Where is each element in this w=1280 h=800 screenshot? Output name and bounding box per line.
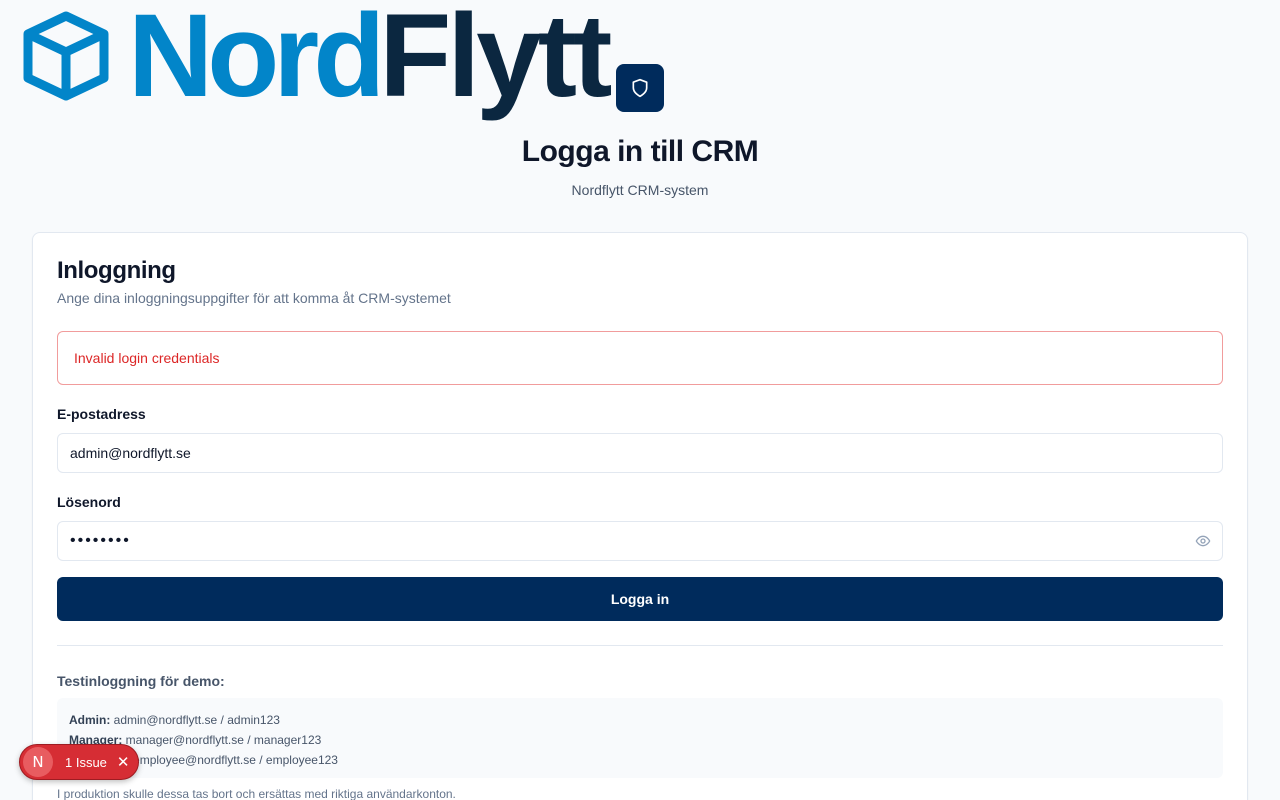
demo-account-admin: Admin: admin@nordflytt.se / admin123 (69, 710, 1211, 730)
page-title: Logga in till CRM (521, 135, 759, 168)
logo-text-nord: Nord (128, 0, 385, 122)
demo-account-employee: Employee: employee@nordflytt.se / employ… (69, 750, 1211, 770)
demo-account-manager: Manager: manager@nordflytt.se / manager1… (69, 730, 1211, 750)
card-title: Inloggning (57, 257, 176, 284)
show-password-toggle[interactable] (1191, 532, 1215, 550)
demo-heading: Testinloggning för demo: (57, 673, 225, 689)
login-page: Nord Flytt Logga in till CRM Nordflytt C… (0, 0, 1280, 800)
demo-note: I produktion skulle dessa tas bort och e… (57, 787, 456, 800)
shield-icon (632, 78, 648, 98)
divider (57, 645, 1223, 646)
logo-text-flytt: Flytt (379, 0, 612, 122)
login-card: Inloggning Ange dina inloggningsuppgifte… (32, 232, 1248, 800)
demo-credentials: employee@nordflytt.se / employee123 (129, 753, 338, 767)
email-label: E-postadress (57, 406, 146, 422)
shield-badge (616, 64, 664, 112)
page-subtitle: Nordflytt CRM-system (571, 182, 709, 198)
password-label: Lösenord (57, 494, 121, 510)
card-description: Ange dina inloggningsuppgifter för att k… (57, 290, 451, 306)
error-alert: Invalid login credentials (57, 331, 1223, 385)
nextjs-logo-icon: N (23, 747, 53, 777)
issues-badge[interactable]: N 1 Issue ✕ (19, 744, 139, 780)
email-field[interactable] (57, 433, 1223, 473)
password-field[interactable] (57, 521, 1223, 561)
nordflytt-logo: Nord Flytt (22, 0, 612, 115)
eye-icon (1195, 535, 1211, 547)
demo-credentials: admin@nordflytt.se / admin123 (110, 713, 280, 727)
issues-count[interactable]: 1 Issue (65, 755, 107, 770)
close-icon[interactable]: ✕ (117, 753, 130, 771)
cube-logo-icon (23, 11, 109, 101)
demo-role: Admin: (69, 713, 111, 727)
error-message: Invalid login credentials (74, 350, 220, 366)
login-button[interactable]: Logga in (57, 577, 1223, 621)
demo-credentials: manager@nordflytt.se / manager123 (122, 733, 322, 747)
demo-accounts-box: Admin: admin@nordflytt.se / admin123 Man… (57, 698, 1223, 778)
